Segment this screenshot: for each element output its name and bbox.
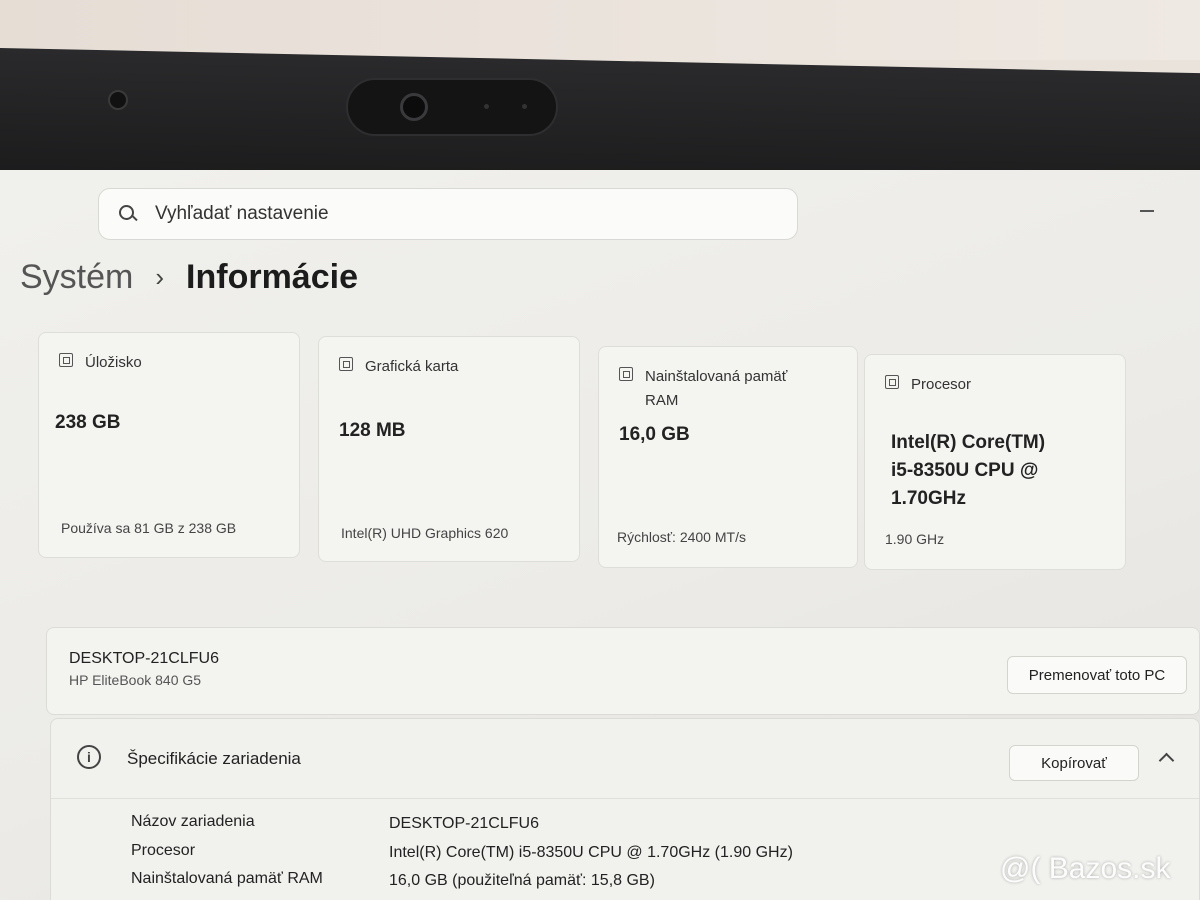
ambient-sensor bbox=[108, 90, 128, 110]
spec-label: Nainštalovaná pamäť RAM bbox=[131, 870, 323, 887]
ram-value: 16,0 GB bbox=[619, 424, 690, 445]
webcam-mic bbox=[522, 104, 527, 109]
graphics-card-icon bbox=[339, 357, 353, 371]
breadcrumb-system[interactable]: Systém bbox=[20, 258, 133, 297]
storage-usage: Používa sa 81 GB z 238 GB bbox=[61, 520, 237, 536]
watermark: @( Bazos.sk bbox=[1000, 852, 1171, 885]
search-icon bbox=[117, 203, 139, 225]
webcam-led bbox=[484, 104, 489, 109]
spec-value: 16,0 GB (použiteľná pamäť: 15,8 GB) bbox=[389, 872, 655, 889]
search-placeholder: Vyhľadať nastavenie bbox=[155, 203, 329, 224]
graphics-memory-value: 128 MB bbox=[339, 420, 406, 441]
processor-base-speed: 1.90 GHz bbox=[885, 531, 945, 547]
storage-value: 238 GB bbox=[55, 412, 121, 433]
settings-window: Vyhľadať nastavenie Systém › Informácie … bbox=[0, 170, 1200, 900]
specs-title: Špecifikácie zariadenia bbox=[127, 749, 301, 768]
processor-line: 1.70GHz bbox=[891, 488, 966, 509]
spec-value: DESKTOP-21CLFU6 bbox=[389, 815, 539, 832]
copy-button[interactable]: Kopírovať bbox=[1009, 745, 1139, 781]
storage-card[interactable]: Úložisko 238 GB Používa sa 81 GB z 238 G… bbox=[38, 332, 300, 558]
card-label: Grafická karta bbox=[365, 358, 459, 375]
card-label: Procesor bbox=[911, 376, 972, 393]
card-label-line: Nainštalovaná pamäť bbox=[645, 368, 788, 385]
graphics-model: Intel(R) UHD Graphics 620 bbox=[341, 525, 509, 541]
chevron-right-icon: › bbox=[155, 262, 165, 292]
info-icon: i bbox=[77, 745, 101, 769]
card-label: Úložisko bbox=[85, 354, 142, 371]
ram-card[interactable]: Nainštalovaná pamäť RAM 16,0 GB Rýchlosť… bbox=[598, 346, 858, 568]
chevron-up-icon[interactable] bbox=[1158, 752, 1175, 769]
webcam-lens-icon bbox=[400, 93, 428, 121]
device-model: HP EliteBook 840 G5 bbox=[69, 672, 202, 688]
page-title: Informácie bbox=[186, 258, 358, 296]
memory-icon bbox=[619, 367, 633, 381]
webcam-cover bbox=[346, 78, 558, 136]
device-name: DESKTOP-21CLFU6 bbox=[69, 650, 219, 667]
card-label-line: RAM bbox=[645, 392, 679, 409]
device-specs-header[interactable]: i Špecifikácie zariadenia Kopírovať bbox=[51, 719, 1199, 799]
device-name-row: DESKTOP-21CLFU6 HP EliteBook 840 G5 Prem… bbox=[46, 627, 1200, 715]
breadcrumb: Systém › Informácie bbox=[20, 258, 358, 297]
card-label: Nainštalovaná pamäť RAM bbox=[645, 365, 787, 413]
processor-value: Intel(R) Core(TM) i5-8350U CPU @ 1.70GHz bbox=[891, 429, 1045, 513]
rename-pc-button[interactable]: Premenovať toto PC bbox=[1007, 656, 1187, 694]
ram-speed: Rýchlosť: 2400 MT/s bbox=[617, 529, 746, 545]
storage-icon bbox=[59, 353, 73, 367]
processor-line: i5-8350U CPU @ bbox=[891, 460, 1039, 481]
search-input[interactable]: Vyhľadať nastavenie bbox=[98, 188, 798, 240]
spec-label: Názov zariadenia bbox=[131, 813, 255, 830]
processor-icon bbox=[885, 375, 899, 389]
spec-value: Intel(R) Core(TM) i5-8350U CPU @ 1.70GHz… bbox=[389, 844, 793, 861]
minimize-button[interactable] bbox=[1140, 210, 1154, 212]
processor-line: Intel(R) Core(TM) bbox=[891, 432, 1046, 453]
spec-label: Procesor bbox=[131, 842, 196, 859]
processor-card[interactable]: Procesor Intel(R) Core(TM) i5-8350U CPU … bbox=[864, 354, 1126, 570]
graphics-card[interactable]: Grafická karta 128 MB Intel(R) UHD Graph… bbox=[318, 336, 580, 562]
